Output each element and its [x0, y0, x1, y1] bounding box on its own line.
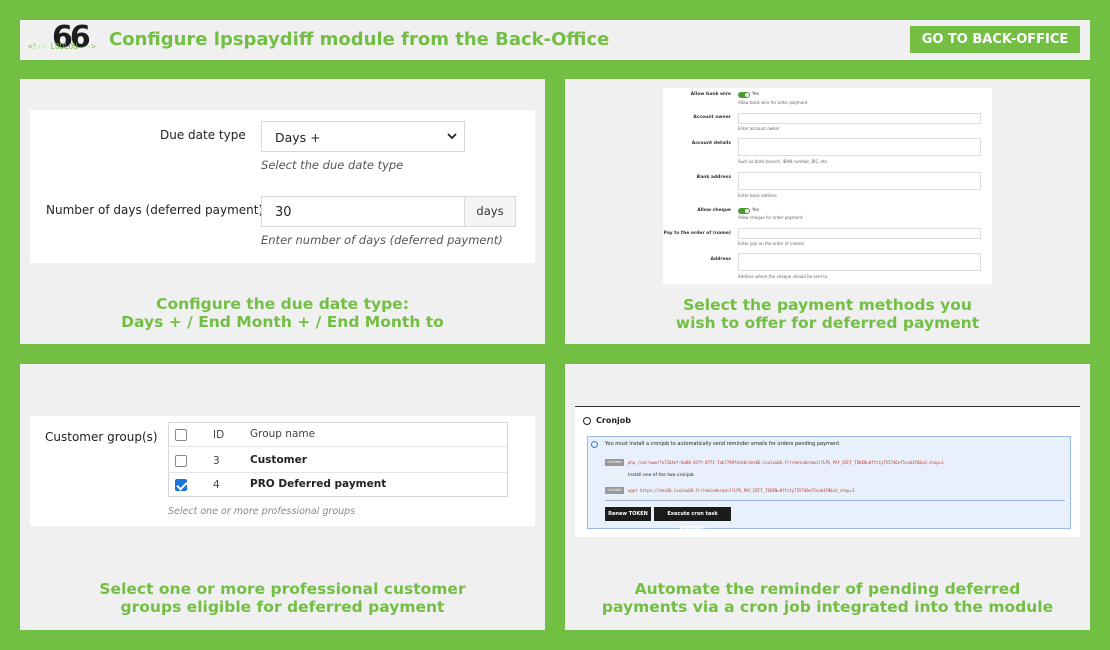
- customer-groups-help: Select one or more professional groups: [168, 506, 356, 517]
- allow-bank-wire-toggle[interactable]: [738, 92, 750, 98]
- cronjob-alert-text: You must install a cronjob to automatica…: [605, 441, 841, 447]
- due-date-type-help: Select the due date type: [261, 158, 404, 172]
- due-date-type-label: Due date type: [160, 128, 246, 142]
- group-id: 4: [213, 479, 220, 491]
- cronjob-title: Cronjob: [596, 416, 631, 425]
- install-instruction: Install one of the two cronjob: [628, 473, 694, 478]
- clock-icon: [583, 417, 591, 425]
- group-name: Customer: [250, 454, 307, 466]
- table-row[interactable]: 4 PRO Deferred payment: [169, 473, 507, 497]
- bank-address-label: Bank address: [696, 175, 731, 180]
- logo-tag: <!-- LOULOU -->: [28, 42, 96, 51]
- caption-line: groups eligible for deferred payment: [120, 598, 445, 616]
- field-help: Such as bank branch, IBAN number, BIC, e…: [738, 159, 829, 164]
- account-owner-label: Account owner: [693, 115, 731, 120]
- caption-line: Automate the reminder of pending deferre…: [634, 580, 1021, 598]
- group-checkbox[interactable]: [175, 479, 187, 491]
- group-id: 3: [213, 455, 220, 467]
- customer-groups-caption: Select one or more professional customer…: [20, 580, 545, 616]
- go-to-back-office-button[interactable]: GO TO BACK-OFFICE: [910, 26, 1080, 53]
- pay-to-order-label: Pay to the order of (name): [663, 231, 731, 236]
- due-date-caption: Configure the due date type: Days + / En…: [20, 295, 545, 331]
- column-header-group-name: Group name: [250, 428, 316, 440]
- group-name: PRO Deferred payment: [250, 478, 387, 490]
- page-header: 66 <!-- LOULOU --> Configure lpspaydiff …: [20, 20, 1090, 60]
- pay-to-order-input[interactable]: [738, 228, 981, 239]
- due-date-type-select[interactable]: Days +: [261, 121, 465, 152]
- field-help: Enter bank address: [738, 193, 777, 198]
- toggle-yes-label: Yes: [752, 208, 760, 213]
- deferred-days-input[interactable]: 30: [261, 196, 465, 227]
- caption-line: payments via a cron job integrated into …: [601, 598, 1054, 616]
- due-date-form: Due date type Days + Select the due date…: [30, 110, 535, 263]
- group-checkbox[interactable]: [175, 455, 187, 467]
- bank-address-input[interactable]: [738, 172, 981, 190]
- field-help: Address where the cheque should be sent …: [738, 274, 829, 279]
- toggle-yes-label: Yes: [752, 92, 760, 97]
- loulou66-logo: 66 <!-- LOULOU -->: [26, 20, 116, 56]
- account-details-label: Account details: [691, 141, 731, 146]
- deferred-days-help: Enter number of days (deferred payment): [261, 233, 503, 247]
- page-title: Configure lpspaydiff module from the Bac…: [109, 29, 610, 50]
- due-date-panel: Due date type Days + Select the due date…: [20, 79, 545, 344]
- deferred-days-label: Number of days (deferred payment): [46, 203, 264, 217]
- crontab-tag: Crontab: [605, 487, 624, 494]
- allow-bank-wire-label: Allow bank wire: [690, 92, 731, 97]
- info-icon: [591, 441, 598, 448]
- caption-line: Select the payment methods you: [683, 296, 972, 314]
- days-addon: days: [464, 196, 516, 227]
- customer-groups-form: Customer group(s) ID Group name 3 Custom…: [30, 416, 535, 526]
- cronjob-alert: You must install a cronjob to automatica…: [587, 436, 1071, 531]
- address-label: Address: [710, 257, 731, 262]
- select-all-checkbox[interactable]: [175, 429, 187, 441]
- allow-cheque-toggle[interactable]: [738, 208, 750, 214]
- renew-token-button[interactable]: Renew TOKEN: [605, 507, 651, 521]
- allow-cheque-label: Allow cheque: [697, 208, 731, 213]
- caption-line: Configure the due date type:: [156, 295, 409, 313]
- customer-groups-table: ID Group name 3 Customer 4 PRO Deferred …: [168, 422, 508, 497]
- payment-methods-caption: Select the payment methods you wish to o…: [565, 296, 1090, 332]
- caption-line: Days + / End Month + / End Month to: [121, 313, 444, 331]
- table-row[interactable]: 3 Customer: [169, 449, 507, 473]
- chevron-down-icon: [447, 133, 457, 140]
- crontab-tag: Crontab: [605, 459, 624, 466]
- field-help: Enter account owner: [738, 126, 780, 131]
- execute-cron-button[interactable]: Execute cron task manually: [654, 507, 731, 531]
- table-header-row: ID Group name: [169, 423, 507, 447]
- due-date-type-value: Days +: [275, 130, 321, 145]
- cronjob-panel: Cronjob You must install a cronjob to au…: [565, 364, 1090, 630]
- field-help: Allow bank wire for order payment: [738, 100, 808, 105]
- cronjob-caption: Automate the reminder of pending deferre…: [565, 580, 1090, 616]
- caption-line: Select one or more professional customer: [99, 580, 466, 598]
- column-header-id: ID: [213, 429, 225, 441]
- account-details-input[interactable]: [738, 138, 981, 156]
- field-help: Enter pay on the order of (name): [738, 241, 805, 246]
- cronjob-card: Cronjob You must install a cronjob to au…: [575, 406, 1080, 537]
- customer-groups-label: Customer group(s): [45, 430, 158, 444]
- payment-methods-form: Allow bank wire Yes Allow bank wire for …: [663, 88, 992, 284]
- cron-command-php: php /var/www/fe7264ef-6a80-42ff-87f1-7ab…: [628, 460, 944, 465]
- caption-line: wish to offer for deferred payment: [675, 314, 980, 332]
- field-help: Allow cheque for order payment: [738, 215, 803, 220]
- alert-divider: [605, 500, 1065, 501]
- account-owner-input[interactable]: [738, 113, 981, 124]
- cron-command-wget: wget https://dev66.loulou66.fr/reminderm…: [628, 488, 855, 493]
- customer-groups-panel: Customer group(s) ID Group name 3 Custom…: [20, 364, 545, 630]
- address-input[interactable]: [738, 253, 981, 271]
- payment-methods-panel: Allow bank wire Yes Allow bank wire for …: [565, 79, 1090, 344]
